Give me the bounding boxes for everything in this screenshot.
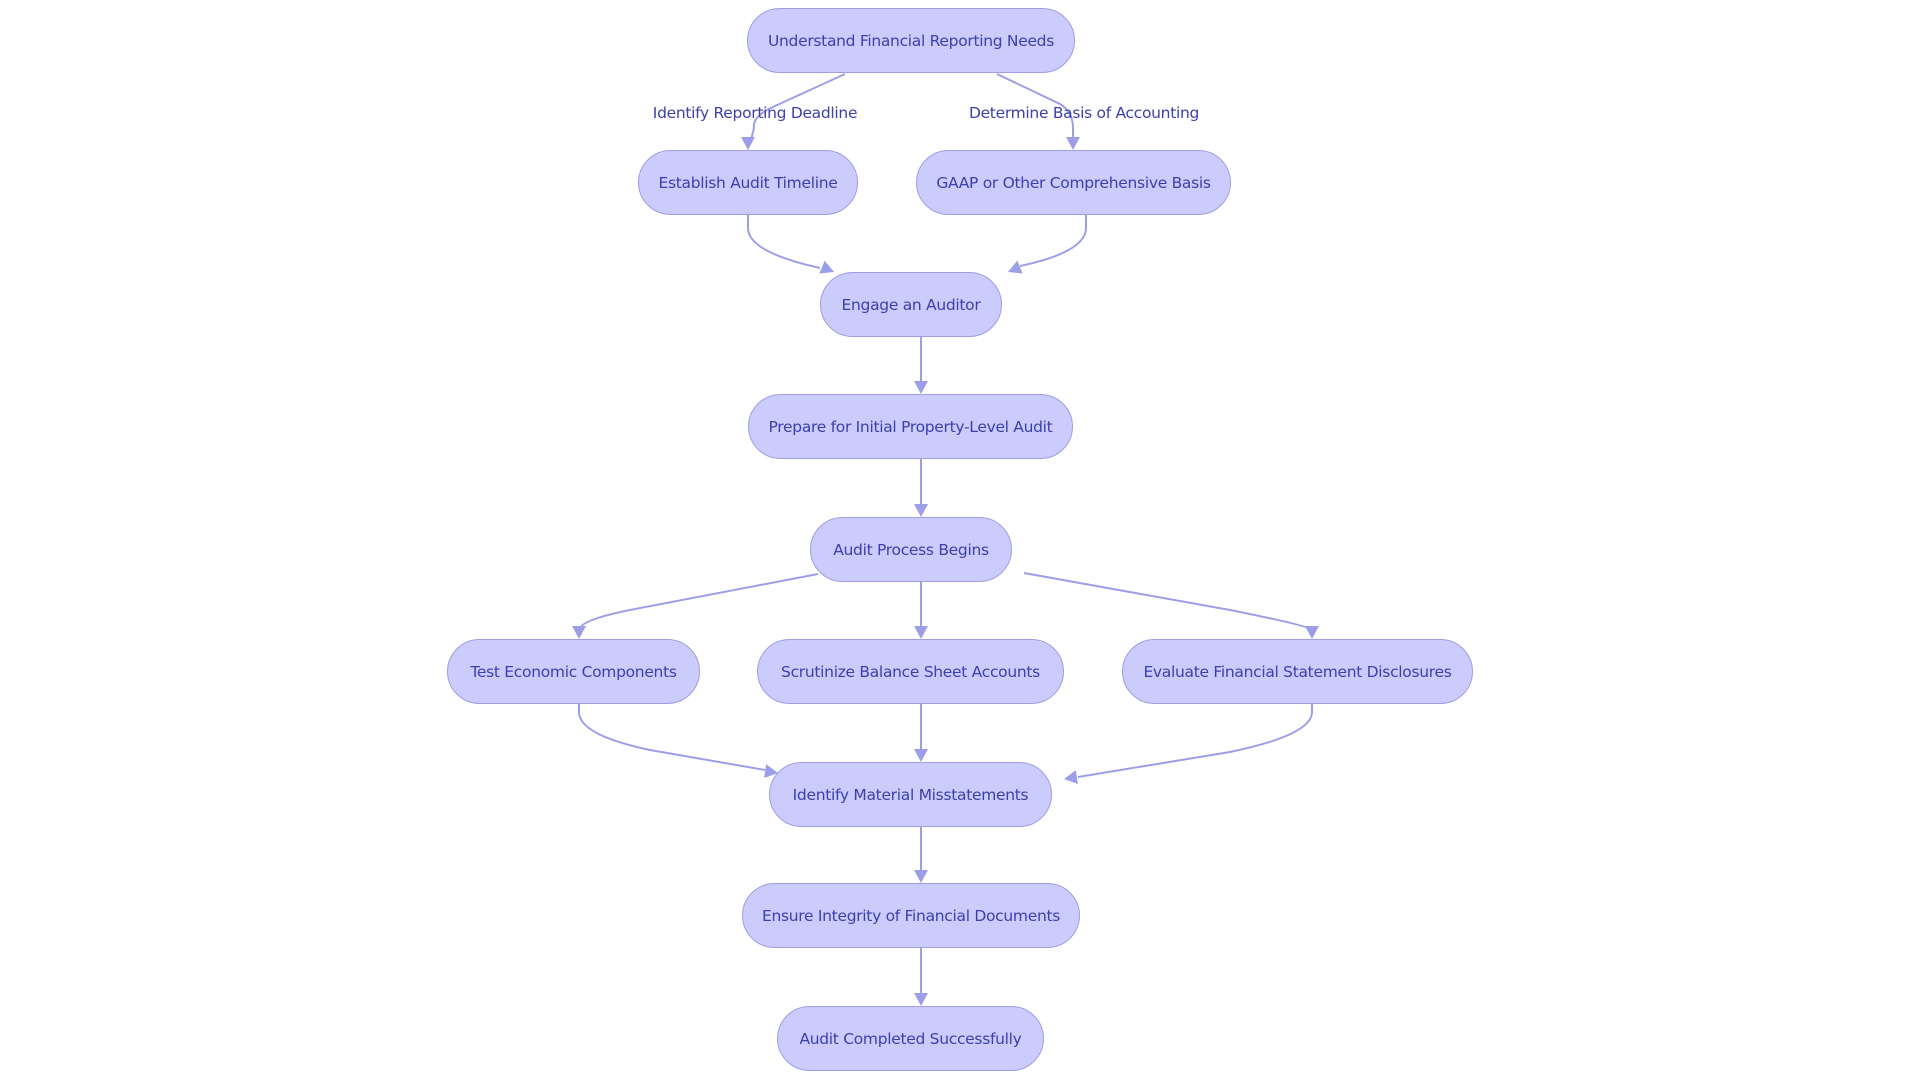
arrowhead-icon xyxy=(741,137,755,150)
edge-g-to-j xyxy=(578,704,778,778)
edge-f-to-g xyxy=(572,573,819,639)
arrowhead-icon xyxy=(914,870,928,883)
node-establish-audit-timeline[interactable]: Establish Audit Timeline xyxy=(638,150,858,215)
arrowhead-icon xyxy=(914,749,928,762)
edge-i-to-j xyxy=(1064,704,1313,784)
arrowhead-icon xyxy=(914,626,928,639)
node-scrutinize-balance-sheet-accounts[interactable]: Scrutinize Balance Sheet Accounts xyxy=(757,639,1064,704)
edge-f-to-i-line xyxy=(1023,572,1313,631)
flowchart-canvas: Understand Financial Reporting Needs Est… xyxy=(0,0,1920,1080)
node-understand-financial-reporting-needs[interactable]: Understand Financial Reporting Needs xyxy=(747,8,1075,73)
arrowhead-icon xyxy=(914,993,928,1006)
node-engage-an-auditor[interactable]: Engage an Auditor xyxy=(820,272,1002,337)
arrowhead-icon xyxy=(572,626,586,639)
arrowhead-icon xyxy=(1008,260,1023,274)
edge-j-to-k xyxy=(914,826,928,883)
node-audit-completed-successfully[interactable]: Audit Completed Successfully xyxy=(777,1006,1044,1071)
edge-label-identify-reporting-deadline: Identify Reporting Deadline xyxy=(652,104,858,122)
edge-h-to-j xyxy=(914,703,928,762)
arrowhead-icon xyxy=(914,504,928,517)
edge-g-to-j-line xyxy=(578,704,766,771)
arrowhead-icon xyxy=(1064,770,1078,784)
edge-k-to-l xyxy=(914,948,928,1006)
edge-label-determine-basis-of-accounting: Determine Basis of Accounting xyxy=(968,104,1200,122)
arrowhead-icon xyxy=(1066,137,1080,150)
arrowhead-icon xyxy=(819,260,834,274)
node-ensure-integrity-financial-documents[interactable]: Ensure Integrity of Financial Documents xyxy=(742,883,1080,948)
edge-d-to-e xyxy=(914,337,928,394)
node-evaluate-financial-statement-disclosures[interactable]: Evaluate Financial Statement Disclosures xyxy=(1122,639,1473,704)
arrowhead-icon xyxy=(1305,626,1319,639)
arrowhead-icon xyxy=(914,381,928,394)
node-prepare-initial-property-level-audit[interactable]: Prepare for Initial Property-Level Audit xyxy=(748,394,1073,459)
edge-e-to-f xyxy=(914,459,928,517)
node-test-economic-components[interactable]: Test Economic Components xyxy=(447,639,700,704)
edge-f-to-h xyxy=(914,582,928,639)
node-identify-material-misstatements[interactable]: Identify Material Misstatements xyxy=(769,762,1052,827)
edge-f-to-i xyxy=(1023,572,1319,639)
edge-f-to-g-line xyxy=(578,573,819,631)
node-audit-process-begins[interactable]: Audit Process Begins xyxy=(810,517,1012,582)
edge-c-to-d-line xyxy=(1019,215,1087,267)
edge-b-to-d xyxy=(747,215,834,274)
edge-c-to-d xyxy=(1008,215,1087,274)
node-gaap-or-other-comprehensive-basis[interactable]: GAAP or Other Comprehensive Basis xyxy=(916,150,1231,215)
edge-i-to-j-line xyxy=(1077,704,1313,778)
edge-b-to-d-line xyxy=(747,215,821,269)
